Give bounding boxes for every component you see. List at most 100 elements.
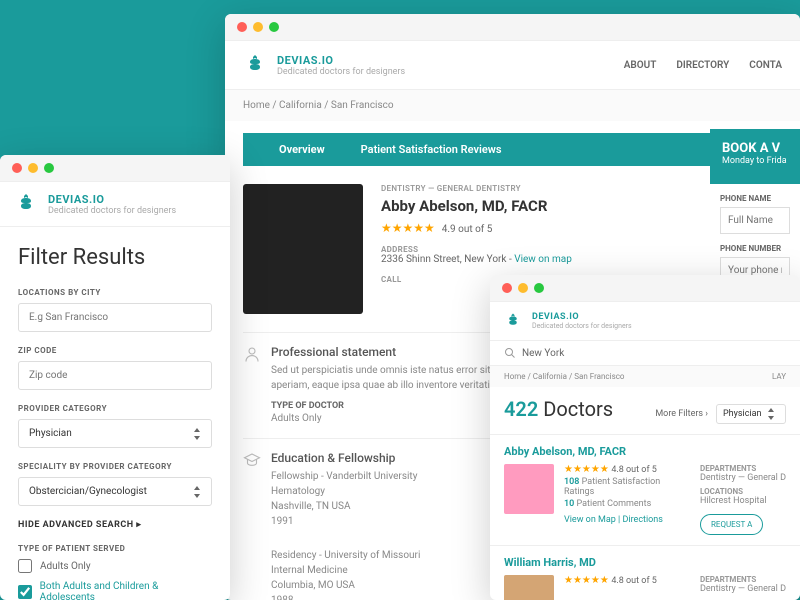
result-photo — [504, 575, 554, 600]
loc-label: LOCATIONS — [700, 487, 786, 496]
dept-value: Dentistry — General D — [700, 473, 786, 483]
logo-area[interactable]: DEVIAS.IO Dedicated doctors for designer… — [14, 192, 176, 216]
edu2c: Columbia, MO USA — [271, 578, 420, 593]
dept-label: DEPARTMENTS — [700, 575, 786, 584]
filter-window: DEVIAS.IO Dedicated doctors for designer… — [0, 155, 230, 600]
tab-overview[interactable]: Overview — [261, 133, 343, 166]
minimize-icon[interactable] — [28, 163, 38, 173]
nav: ABOUT DIRECTORY CONTA — [624, 60, 782, 71]
caduceus-icon — [504, 312, 522, 330]
result-comments: 10 Patient Comments — [564, 499, 690, 509]
header: DEVIAS.IO Dedicated doctors for designer… — [490, 302, 800, 341]
more-filters[interactable]: More Filters › — [655, 409, 708, 419]
education-title: Education & Fellowship — [271, 451, 420, 465]
result-card: William Harris, MD ★★★★★ 4.8 out of 5 DE… — [490, 545, 800, 600]
graduation-icon — [243, 451, 261, 469]
count-label: Doctors — [543, 397, 613, 421]
loc-value: Hilcrest Hospital — [700, 496, 786, 506]
result-photo — [504, 464, 554, 514]
opt-adults[interactable]: Adults Only — [18, 559, 212, 573]
doctor-photo — [243, 184, 363, 314]
request-button[interactable]: REQUEST A — [700, 514, 763, 535]
nav-contact[interactable]: CONTA — [749, 60, 782, 71]
caduceus-icon — [243, 53, 267, 77]
breadcrumb: Home / California / San Francisco — [225, 90, 800, 121]
result-card: Abby Abelson, MD, FACR ★★★★★ 4.8 out of … — [490, 434, 800, 545]
advanced-toggle[interactable]: HIDE ADVANCED SEARCH ▸ — [18, 520, 212, 530]
layout-toggle[interactable]: LAY — [772, 372, 786, 381]
crumb-city[interactable]: San Francisco — [331, 100, 394, 111]
loc-label: LOCATIONS BY CITY — [18, 288, 212, 297]
edu2b: Internal Medicine — [271, 563, 420, 578]
loc-input[interactable] — [18, 303, 212, 332]
results-window: DEVIAS.IO Dedicated doctors for designer… — [490, 275, 800, 600]
count-number: 422 — [504, 397, 538, 421]
brand-name: DEVIAS.IO — [532, 312, 632, 322]
result-name[interactable]: Abby Abelson, MD, FACR — [504, 445, 786, 458]
edu1b: Hematology — [271, 484, 420, 499]
titlebar — [0, 155, 230, 182]
search-value: New York — [522, 348, 564, 359]
minimize-icon[interactable] — [518, 283, 528, 293]
caduceus-icon — [14, 192, 38, 216]
logo-area[interactable]: DEVIAS.IO Dedicated doctors for designer… — [504, 312, 786, 330]
filter-select[interactable]: Physician — [716, 404, 786, 424]
titlebar — [225, 14, 800, 41]
edu1: Fellowship - Vanderbilt University — [271, 469, 420, 484]
spec-select[interactable]: Obstercician/Gynecologist — [18, 477, 212, 506]
count-row: 422 Doctors More Filters › Physician — [490, 387, 800, 434]
map-link[interactable]: View on map — [514, 254, 572, 265]
opt-both[interactable]: Both Adults and Children & Adolescents — [18, 581, 212, 600]
tabs: Overview Patient Satisfaction Reviews — [243, 133, 782, 166]
search-bar[interactable]: New York — [490, 341, 800, 366]
result-name[interactable]: William Harris, MD — [504, 556, 786, 569]
search-icon — [504, 347, 516, 359]
minimize-icon[interactable] — [253, 22, 263, 32]
logo-area[interactable]: DEVIAS.IO Dedicated doctors for designer… — [243, 53, 405, 77]
brand-tagline: Dedicated doctors for designers — [48, 206, 176, 216]
zip-label: ZIP CODE — [18, 346, 212, 355]
edu1d: 1991 — [271, 514, 420, 529]
brand-name: DEVIAS.IO — [277, 54, 405, 67]
titlebar — [490, 275, 800, 302]
nav-about[interactable]: ABOUT — [624, 60, 657, 71]
edu1c: Nashville, TN USA — [271, 499, 420, 514]
brand-name: DEVIAS.IO — [48, 193, 176, 206]
book-header: BOOK A V Monday to Frida — [710, 129, 800, 190]
book-phone-label: PHONE NUMBER — [720, 244, 790, 253]
edu2d: 1988 — [271, 593, 420, 600]
result-side: DEPARTMENTS Dentistry — General D LOCATI… — [700, 464, 786, 535]
book-name-input[interactable] — [720, 207, 790, 234]
edu2: Residency - University of Missouri — [271, 548, 420, 563]
filter-body: Filter Results LOCATIONS BY CITY ZIP COD… — [0, 227, 230, 600]
dept-value: Dentistry — General D — [700, 584, 786, 594]
maximize-icon[interactable] — [534, 283, 544, 293]
crumb-state[interactable]: California — [279, 100, 322, 111]
spec-label: SPECIALITY BY PROVIDER CATEGORY — [18, 462, 212, 471]
crumb-home[interactable]: Home — [243, 100, 270, 111]
zip-input[interactable] — [18, 361, 212, 390]
tab-reviews[interactable]: Patient Satisfaction Reviews — [343, 133, 520, 166]
close-icon[interactable] — [502, 283, 512, 293]
filter-title: Filter Results — [18, 245, 212, 270]
cat-select[interactable]: Physician — [18, 419, 212, 448]
result-links[interactable]: View on Map | Directions — [564, 515, 690, 525]
filter-controls: More Filters › Physician — [655, 404, 786, 424]
maximize-icon[interactable] — [44, 163, 54, 173]
dept-label: DEPARTMENTS — [700, 464, 786, 473]
result-stars: ★★★★★ 4.8 out of 5 — [564, 575, 690, 586]
book-name-label: PHONE NAME — [720, 194, 790, 203]
result-ratings: 108 Patient Satisfaction Ratings — [564, 477, 690, 497]
breadcrumb: Home / California / San Francisco LAY — [490, 366, 800, 387]
maximize-icon[interactable] — [269, 22, 279, 32]
header: DEVIAS.IO Dedicated doctors for designer… — [225, 41, 800, 90]
nav-directory[interactable]: DIRECTORY — [676, 60, 729, 71]
type-label: TYPE OF PATIENT SERVED — [18, 544, 212, 553]
close-icon[interactable] — [237, 22, 247, 32]
result-side: DEPARTMENTS Dentistry — General D — [700, 575, 786, 600]
header: DEVIAS.IO Dedicated doctors for designer… — [0, 182, 230, 227]
book-title: BOOK A V — [722, 141, 788, 156]
close-icon[interactable] — [12, 163, 22, 173]
result-stars: ★★★★★ 4.8 out of 5 — [564, 464, 690, 475]
brand-tagline: Dedicated doctors for designers — [277, 67, 405, 77]
